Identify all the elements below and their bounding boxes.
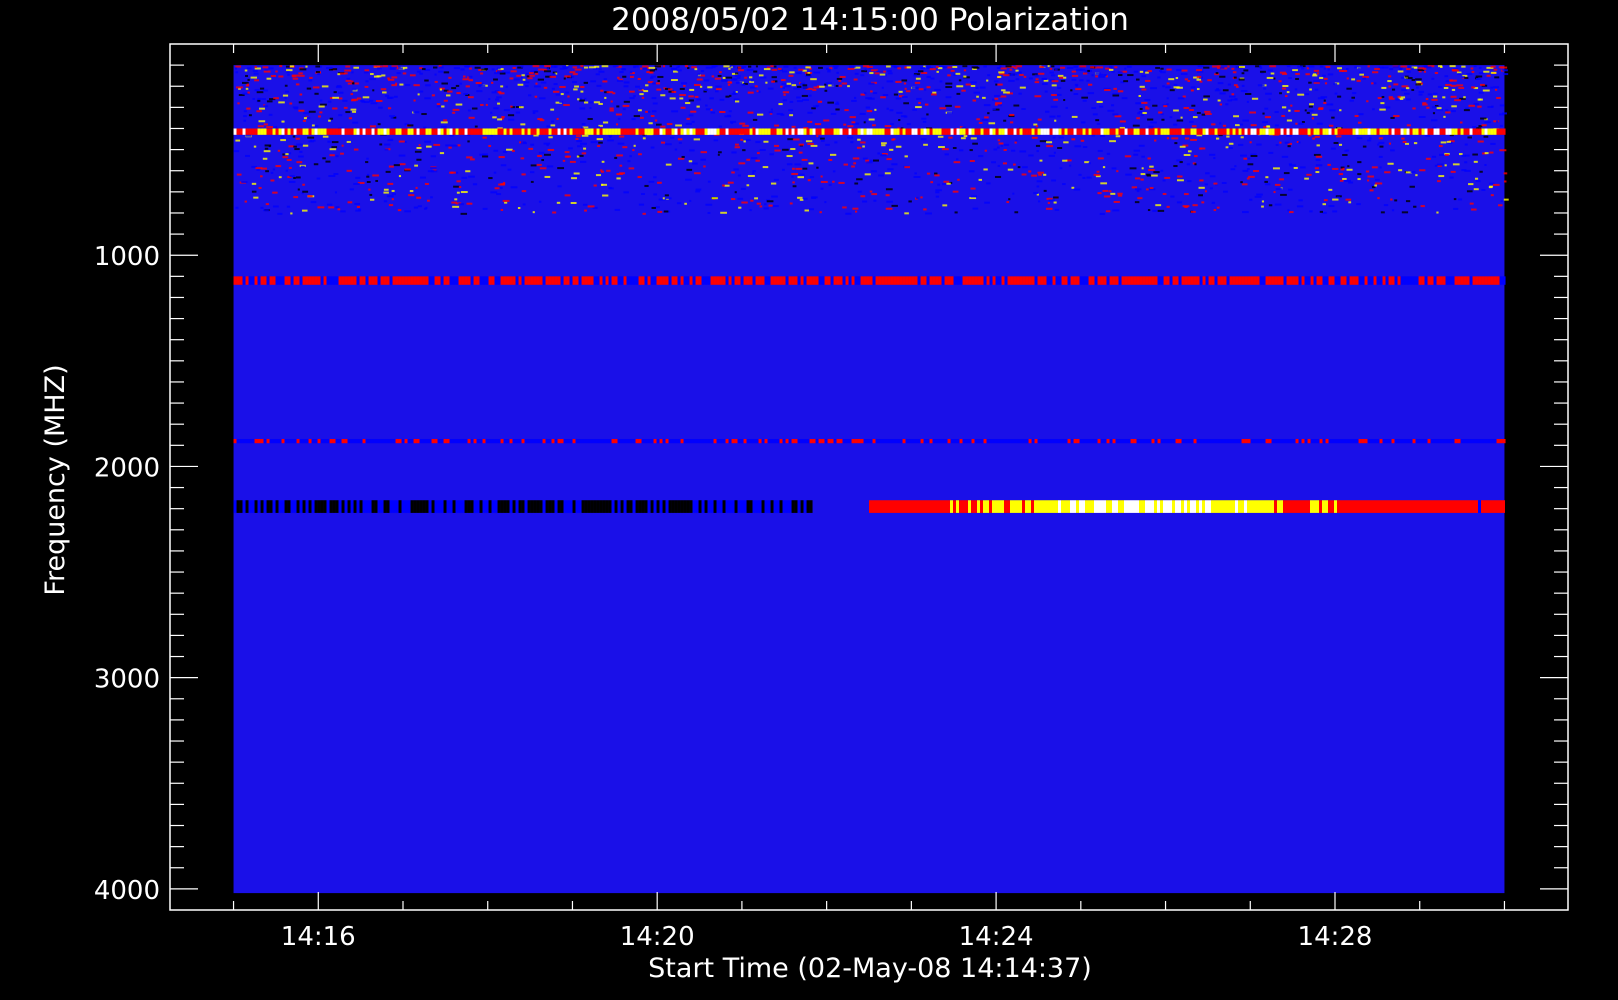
x-tick-label: 14:20 bbox=[620, 922, 695, 952]
y-tick-label: 3000 bbox=[94, 665, 160, 695]
band-band-1120 bbox=[233, 276, 1506, 285]
x-tick-label: 14:28 bbox=[1298, 922, 1373, 952]
x-tick-label: 14:24 bbox=[959, 922, 1034, 952]
x-tick-label: 14:16 bbox=[281, 922, 356, 952]
chart-title: 2008/05/02 14:15:00 Polarization bbox=[611, 2, 1129, 38]
y-tick-label: 2000 bbox=[94, 453, 160, 483]
heatmap-image bbox=[233, 65, 1509, 894]
y-tick-label: 1000 bbox=[94, 242, 160, 272]
band-band-400 bbox=[233, 128, 1506, 135]
y-axis-label: Frequency (MHZ) bbox=[40, 364, 71, 595]
band-polarized-2200 bbox=[869, 500, 1505, 513]
x-axis-label: Start Time (02-May-08 14:14:37) bbox=[648, 953, 1092, 984]
band-dark-2200 bbox=[233, 500, 813, 513]
y-tick-label: 4000 bbox=[94, 876, 160, 906]
spectrogram-chart: 2008/05/02 14:15:00 Polarization 14:16 14… bbox=[40, 2, 1569, 984]
band-line-1880 bbox=[233, 438, 1506, 444]
heatmap-background bbox=[233, 65, 1505, 894]
